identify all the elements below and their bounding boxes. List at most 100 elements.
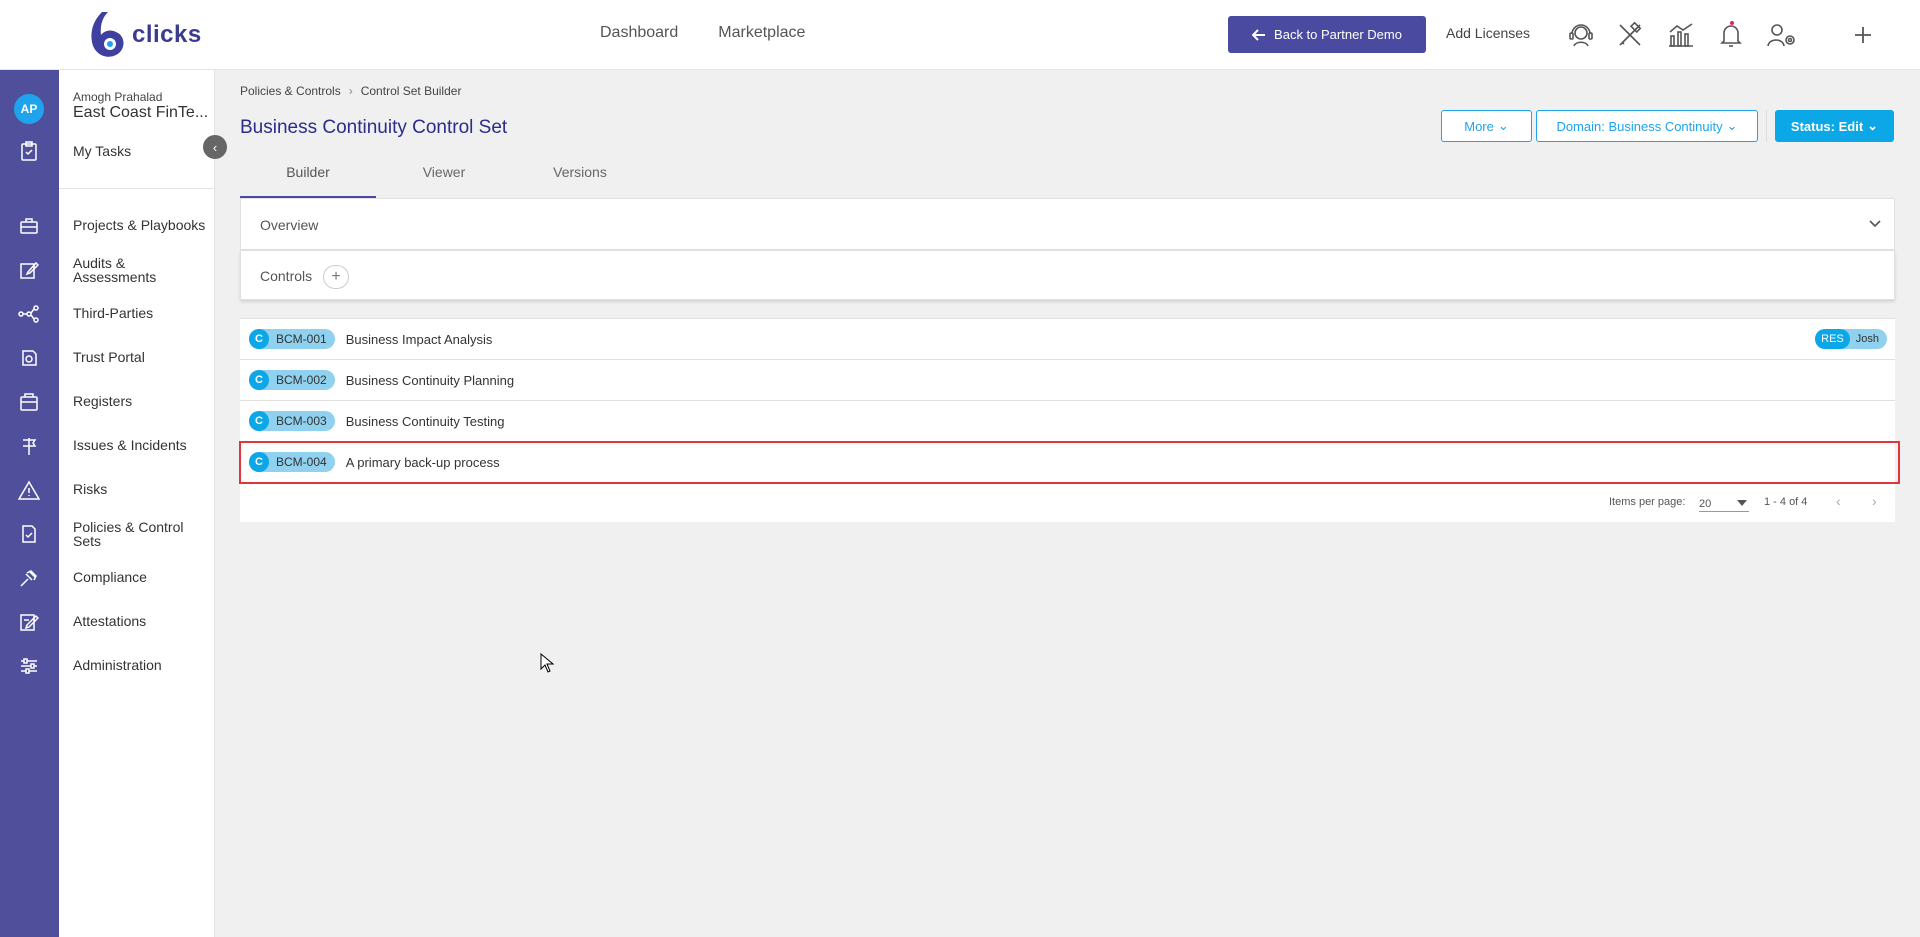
- button-divider: [1766, 110, 1767, 142]
- sidebar-item-projects-playbooks[interactable]: Projects & Playbooks: [73, 218, 213, 232]
- control-id-badge: C BCM-002: [249, 370, 335, 390]
- control-title: Business Continuity Planning: [345, 372, 515, 388]
- chevron-down-icon[interactable]: [1868, 219, 1882, 229]
- user-org[interactable]: East Coast FinTe...: [73, 104, 208, 122]
- support-icon[interactable]: [1564, 18, 1598, 52]
- control-id: BCM-001: [276, 332, 327, 346]
- gavel-icon[interactable]: [18, 567, 40, 589]
- overview-label: Overview: [260, 217, 319, 233]
- chevron-down-icon: ⌄: [1867, 118, 1879, 133]
- table-row-selected[interactable]: C BCM-004 A primary back-up process: [239, 441, 1900, 484]
- user-name: Amogh Prahalad: [73, 90, 163, 104]
- sidebar-item-issues-incidents[interactable]: Issues & Incidents: [73, 438, 213, 452]
- overview-section[interactable]: Overview: [240, 198, 1895, 250]
- sidebar-item-audits-assessments[interactable]: Audits & Assessments: [73, 256, 183, 284]
- status-button-label: Status: Edit: [1790, 118, 1864, 134]
- nav-dashboard[interactable]: Dashboard: [600, 24, 678, 42]
- icon-rail: AP: [0, 70, 59, 937]
- add-licenses-link[interactable]: Add Licenses: [1446, 25, 1530, 41]
- caret-down-icon: [1737, 500, 1747, 506]
- sidebar-item-trust-portal[interactable]: Trust Portal: [73, 350, 213, 364]
- assignee-role: RES: [1815, 329, 1850, 349]
- sidebar-item-third-parties[interactable]: Third-Parties: [73, 306, 213, 320]
- more-button[interactable]: More ⌄: [1441, 110, 1532, 142]
- avatar[interactable]: AP: [14, 94, 44, 124]
- control-id: BCM-002: [276, 373, 327, 387]
- control-id-badge: C BCM-001: [249, 329, 335, 349]
- add-control-button[interactable]: +: [323, 265, 349, 289]
- items-per-page-value: 20: [1699, 498, 1712, 510]
- sidebar-item-risks[interactable]: Risks: [73, 482, 213, 496]
- assignee-badge[interactable]: RES Josh: [1815, 329, 1887, 349]
- breadcrumb-parent[interactable]: Policies & Controls: [240, 84, 341, 98]
- tab-bar: Builder Viewer Versions: [240, 158, 648, 198]
- side-menu: Amogh Prahalad East Coast FinTe... ‹ My …: [59, 70, 227, 937]
- trust-portal-icon[interactable]: [18, 347, 40, 369]
- clipboard-check-icon[interactable]: [18, 140, 40, 162]
- sidebar-item-administration[interactable]: Administration: [73, 658, 213, 672]
- breadcrumb: Policies & Controls › Control Set Builde…: [240, 84, 461, 98]
- top-bar: clicks Dashboard Marketplace Back to Par…: [0, 0, 1920, 70]
- chevron-down-icon: ⌄: [1726, 118, 1738, 133]
- bell-icon[interactable]: [1714, 18, 1748, 52]
- sidebar-item-registers[interactable]: Registers: [73, 394, 213, 408]
- control-id-badge: C BCM-004: [249, 452, 335, 472]
- chevron-right-icon[interactable]: ›: [1872, 493, 1877, 509]
- policy-icon[interactable]: [18, 523, 40, 545]
- control-title: Business Impact Analysis: [345, 331, 493, 347]
- sidebar-item-attestations[interactable]: Attestations: [73, 614, 213, 628]
- table-row[interactable]: C BCM-001 Business Impact Analysis RES J…: [240, 319, 1895, 360]
- logo-text: clicks: [132, 21, 202, 48]
- controls-section: Controls +: [240, 250, 1895, 300]
- analytics-icon[interactable]: [1664, 18, 1698, 52]
- table-row[interactable]: C BCM-002 Business Continuity Planning: [240, 360, 1895, 401]
- user-settings-icon[interactable]: [1765, 18, 1799, 52]
- nav-marketplace[interactable]: Marketplace: [718, 24, 805, 42]
- tools-icon[interactable]: [1613, 18, 1647, 52]
- logo[interactable]: clicks: [88, 10, 202, 60]
- control-type-icon: C: [249, 411, 269, 431]
- warning-icon[interactable]: [18, 479, 40, 501]
- table-row[interactable]: C BCM-003 Business Continuity Testing: [240, 401, 1895, 442]
- plus-icon[interactable]: [1846, 18, 1880, 52]
- domain-button-label: Domain: Business Continuity: [1556, 118, 1723, 134]
- more-button-label: More: [1464, 118, 1494, 134]
- tab-builder[interactable]: Builder: [240, 158, 376, 198]
- sidebar-item-my-tasks[interactable]: My Tasks: [73, 144, 213, 158]
- items-per-page-label: Items per page:: [1609, 496, 1686, 508]
- briefcase-icon[interactable]: [18, 215, 40, 237]
- sliders-icon[interactable]: [18, 655, 40, 677]
- controls-list: C BCM-001 Business Impact Analysis RES J…: [239, 318, 1900, 484]
- network-icon[interactable]: [18, 303, 40, 325]
- signpost-icon[interactable]: [18, 435, 40, 457]
- domain-button[interactable]: Domain: Business Continuity ⌄: [1536, 110, 1758, 142]
- sidebar-item-policies-control-sets[interactable]: Policies & Control Sets: [73, 520, 203, 548]
- edit-icon[interactable]: [18, 259, 40, 281]
- tab-versions[interactable]: Versions: [512, 158, 648, 198]
- control-id: BCM-004: [276, 455, 327, 469]
- tab-viewer[interactable]: Viewer: [376, 158, 512, 198]
- top-nav: Dashboard Marketplace: [600, 24, 805, 42]
- mouse-cursor-icon: [540, 653, 554, 673]
- register-icon[interactable]: [18, 391, 40, 413]
- logo-mark-icon: [88, 10, 126, 60]
- control-id-badge: C BCM-003: [249, 411, 335, 431]
- control-type-icon: C: [249, 370, 269, 390]
- items-per-page-select[interactable]: 20: [1699, 494, 1749, 512]
- notification-dot: [1730, 21, 1734, 25]
- pagination: Items per page: 20 1 - 4 of 4 ‹ ›: [240, 484, 1895, 522]
- sidebar-item-compliance[interactable]: Compliance: [73, 570, 213, 584]
- control-type-icon: C: [249, 452, 269, 472]
- chevron-down-icon: ⌄: [1497, 118, 1509, 133]
- back-to-partner-demo-button[interactable]: Back to Partner Demo: [1228, 16, 1426, 53]
- attestation-icon[interactable]: [18, 611, 40, 633]
- sidebar-divider: [59, 188, 215, 189]
- chevron-left-icon[interactable]: ‹: [1836, 493, 1841, 509]
- assignee-name: Josh: [1855, 333, 1879, 345]
- control-type-icon: C: [249, 329, 269, 349]
- control-id: BCM-003: [276, 414, 327, 428]
- control-title: Business Continuity Testing: [345, 413, 505, 429]
- plus-icon: +: [331, 268, 341, 285]
- page-title: Business Continuity Control Set: [240, 117, 508, 138]
- status-button[interactable]: Status: Edit ⌄: [1775, 110, 1894, 142]
